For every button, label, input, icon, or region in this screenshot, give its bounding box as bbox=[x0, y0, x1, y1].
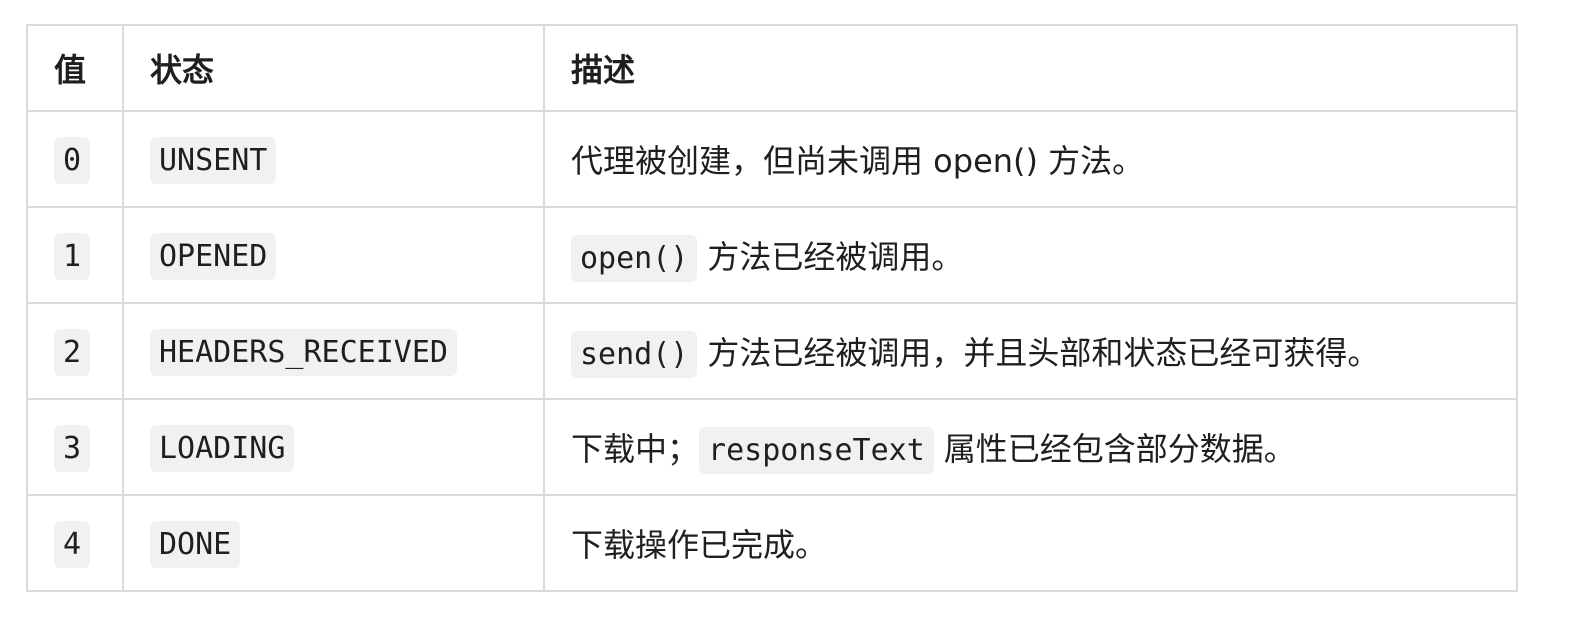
description-code: open() bbox=[571, 235, 698, 282]
state-code: LOADING bbox=[150, 425, 295, 472]
value-code: 0 bbox=[54, 137, 91, 184]
table-row: 2 HEADERS_RECEIVED send() 方法已经被调用，并且头部和状态… bbox=[26, 302, 1518, 400]
description-text: 代理被创建，但尚未调用 open() 方法。 bbox=[571, 142, 1145, 180]
table-row: 1 OPENED open() 方法已经被调用。 bbox=[26, 206, 1518, 304]
state-cell: HEADERS_RECEIVED bbox=[122, 302, 545, 400]
description-cell: open() 方法已经被调用。 bbox=[543, 206, 1518, 304]
description-text: 下载操作已完成。 bbox=[571, 526, 828, 564]
state-code: UNSENT bbox=[150, 137, 277, 184]
state-cell: OPENED bbox=[122, 206, 545, 304]
value-cell: 2 bbox=[26, 302, 124, 400]
state-cell: LOADING bbox=[122, 398, 545, 496]
value-cell: 1 bbox=[26, 206, 124, 304]
value-code: 1 bbox=[54, 233, 91, 280]
header-state: 状态 bbox=[122, 24, 545, 112]
description-code: send() bbox=[571, 331, 698, 378]
state-code: DONE bbox=[150, 521, 241, 568]
table-row: 3 LOADING 下载中； responseText 属性已经包含部分数据。 bbox=[26, 398, 1518, 496]
table-body: 0 UNSENT 代理被创建，但尚未调用 open() 方法。 1 OPENED… bbox=[26, 110, 1518, 592]
description-cell: 代理被创建，但尚未调用 open() 方法。 bbox=[543, 110, 1518, 208]
description-cell: 下载中； responseText 属性已经包含部分数据。 bbox=[543, 398, 1518, 496]
description-cell: 下载操作已完成。 bbox=[543, 494, 1518, 592]
table-header: 值 状态 描述 bbox=[26, 24, 1518, 112]
description-code: responseText bbox=[699, 427, 934, 474]
description-text: 方法已经被调用。 bbox=[707, 238, 964, 276]
description-text: 属性已经包含部分数据。 bbox=[943, 430, 1296, 468]
table-row: 0 UNSENT 代理被创建，但尚未调用 open() 方法。 bbox=[26, 110, 1518, 208]
state-cell: UNSENT bbox=[122, 110, 545, 208]
table-container: 值 状态 描述 0 UNSENT 代理被创建，但尚未调用 open() 方法。 … bbox=[26, 24, 1518, 592]
value-cell: 4 bbox=[26, 494, 124, 592]
description-text: 方法已经被调用，并且头部和状态已经可获得。 bbox=[707, 334, 1380, 372]
header-value: 值 bbox=[26, 24, 124, 112]
state-code: OPENED bbox=[150, 233, 277, 280]
value-cell: 0 bbox=[26, 110, 124, 208]
value-cell: 3 bbox=[26, 398, 124, 496]
value-code: 4 bbox=[54, 521, 91, 568]
ready-state-table: 值 状态 描述 0 UNSENT 代理被创建，但尚未调用 open() 方法。 … bbox=[26, 24, 1518, 592]
state-cell: DONE bbox=[122, 494, 545, 592]
state-code: HEADERS_RECEIVED bbox=[150, 329, 457, 376]
value-code: 2 bbox=[54, 329, 91, 376]
description-cell: send() 方法已经被调用，并且头部和状态已经可获得。 bbox=[543, 302, 1518, 400]
table-row: 4 DONE 下载操作已完成。 bbox=[26, 494, 1518, 592]
value-code: 3 bbox=[54, 425, 91, 472]
header-row: 值 状态 描述 bbox=[26, 24, 1518, 112]
description-prefix: 下载中； bbox=[571, 430, 700, 468]
header-description: 描述 bbox=[543, 24, 1518, 112]
